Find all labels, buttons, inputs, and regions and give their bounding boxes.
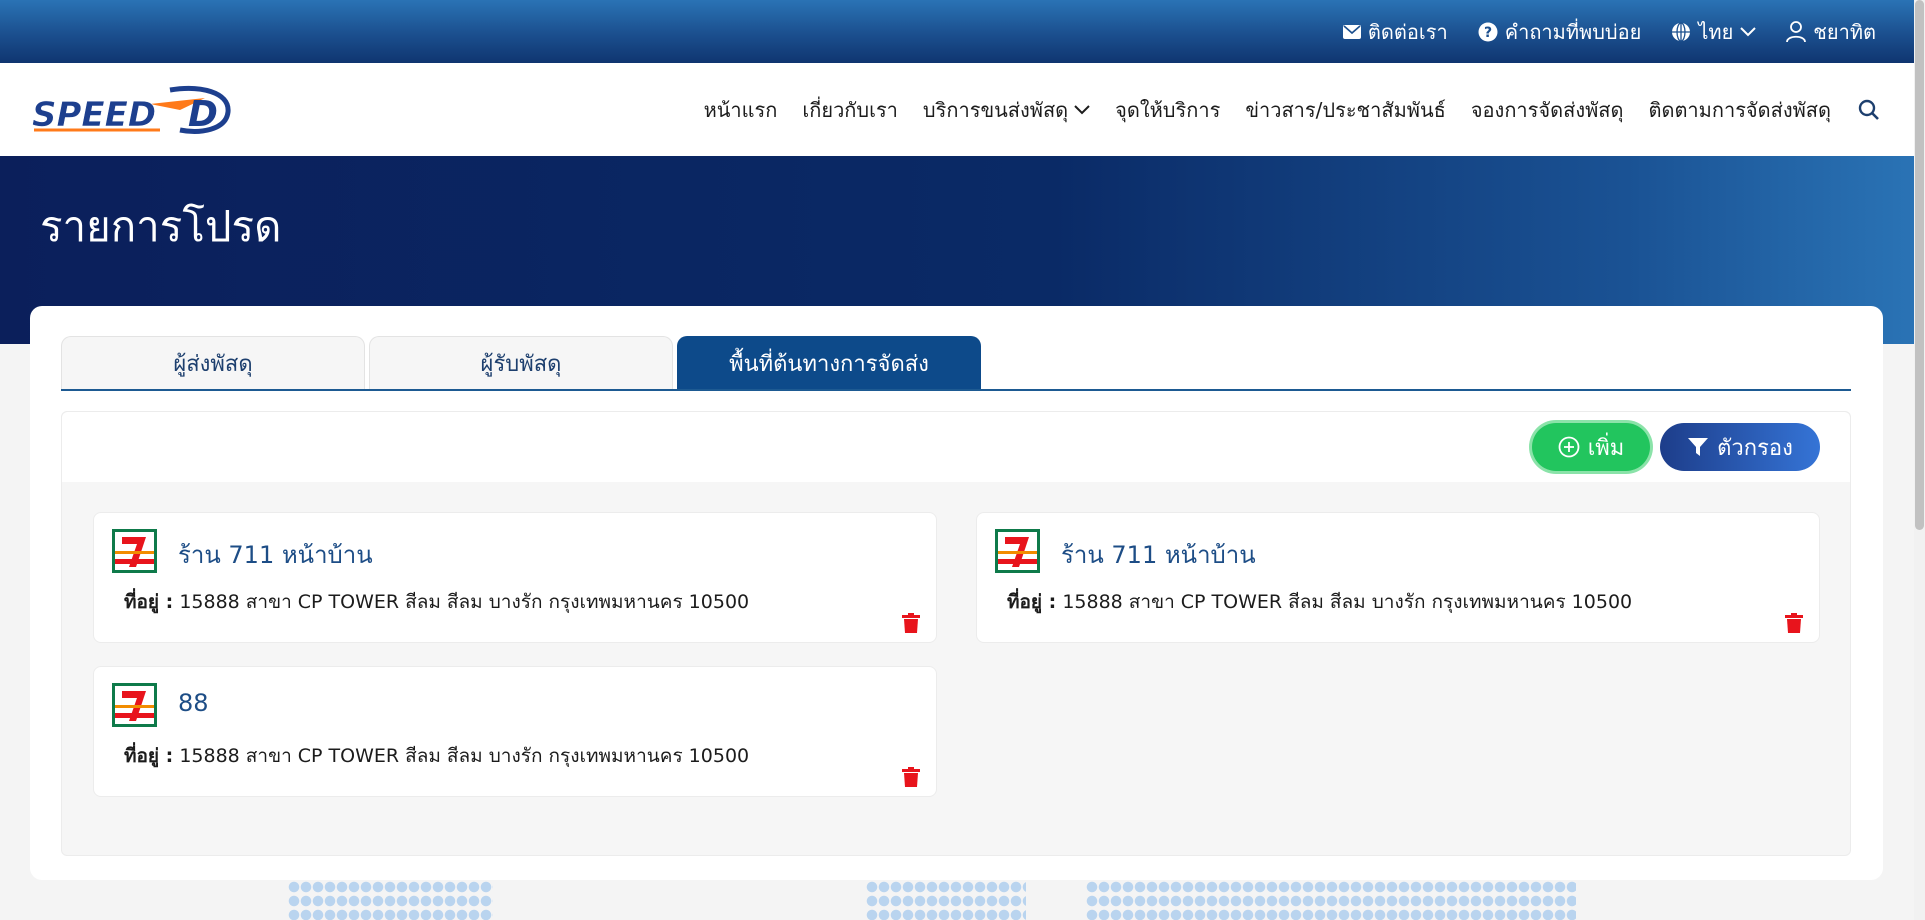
decorative-map-dots bbox=[288, 880, 493, 920]
tab-label: พื้นที่ต้นทางการจัดส่ง bbox=[729, 351, 929, 377]
favorite-address: ที่อยู่ : 15888 สาขา CP TOWER สีลม สีลม … bbox=[124, 587, 749, 617]
svg-text:?: ? bbox=[1484, 25, 1492, 41]
address-label: ที่อยู่ : bbox=[1007, 591, 1057, 613]
language-label: ไทย bbox=[1698, 19, 1734, 44]
nav-item-label: ติดตามการจัดส่งพัสดุ bbox=[1648, 97, 1831, 122]
nav-item-label: หน้าแรก bbox=[703, 97, 778, 122]
user-name: ชยาทิต bbox=[1813, 19, 1876, 44]
nav-item-home[interactable]: หน้าแรก bbox=[704, 94, 778, 126]
filter-icon bbox=[1688, 438, 1709, 456]
user-icon bbox=[1786, 20, 1807, 42]
seven-eleven-logo-icon bbox=[995, 529, 1040, 573]
filter-button[interactable]: ตัวกรอง bbox=[1660, 423, 1820, 471]
trash-icon bbox=[902, 767, 920, 787]
nav-item-news[interactable]: ข่าวสาร/ประชาสัมพันธ์ bbox=[1245, 94, 1446, 126]
nav-item-label: จุดให้บริการ bbox=[1115, 97, 1221, 122]
faq-link[interactable]: ? คำถามที่พบบ่อย bbox=[1478, 16, 1642, 48]
top-utility-bar: ติดต่อเรา ? คำถามที่พบบ่อย ไทย ชยาทิต bbox=[0, 0, 1914, 63]
list-toolbar: เพิ่ม ตัวกรอง bbox=[62, 412, 1850, 482]
contact-link[interactable]: ติดต่อเรา bbox=[1342, 16, 1448, 48]
page-title: รายการโปรด bbox=[40, 202, 282, 251]
decorative-map-dots bbox=[1086, 880, 1576, 920]
address-label: ที่อยู่ : bbox=[124, 591, 174, 613]
nav-item-label: ข่าวสาร/ประชาสัมพันธ์ bbox=[1245, 97, 1446, 122]
scrollbar-thumb[interactable] bbox=[1915, 0, 1924, 530]
plus-circle-icon bbox=[1558, 436, 1580, 458]
address-value: 15888 สาขา CP TOWER สีลม สีลม บางรัก กรุ… bbox=[179, 745, 750, 767]
tab-label: ผู้รับพัสดุ bbox=[480, 351, 562, 377]
list-item[interactable]: ร้าน 711 หน้าบ้าน ที่อยู่ : 15888 สาขา C… bbox=[93, 512, 937, 643]
chevron-down-icon bbox=[1740, 26, 1757, 36]
trash-icon bbox=[902, 613, 920, 633]
favorite-name: ร้าน 711 หน้าบ้าน bbox=[178, 541, 373, 569]
list-item[interactable]: 88 ที่อยู่ : 15888 สาขา CP TOWER สีลม สี… bbox=[93, 666, 937, 797]
nav-item-label: จองการจัดส่งพัสดุ bbox=[1470, 97, 1624, 122]
language-selector[interactable]: ไทย bbox=[1671, 16, 1757, 48]
tab-senders[interactable]: ผู้ส่งพัสดุ bbox=[61, 336, 365, 389]
tab-origin-areas[interactable]: พื้นที่ต้นทางการจัดส่ง bbox=[677, 336, 981, 389]
tab-receivers[interactable]: ผู้รับพัสดุ bbox=[369, 336, 673, 389]
favorite-name: ร้าน 711 หน้าบ้าน bbox=[1061, 541, 1256, 569]
main-navbar: SPEED D หน้าแรก เกี่ยวกับเรา บริการขนส่ง… bbox=[0, 63, 1914, 156]
address-value: 15888 สาขา CP TOWER สีลม สีลม บางรัก กรุ… bbox=[179, 591, 750, 613]
nav-item-booking[interactable]: จองการจัดส่งพัสดุ bbox=[1471, 94, 1624, 126]
delete-button[interactable] bbox=[1785, 613, 1803, 637]
user-menu[interactable]: ชยาทิต bbox=[1786, 16, 1876, 48]
nav-item-service-points[interactable]: จุดให้บริการ bbox=[1115, 94, 1220, 126]
nav-item-services[interactable]: บริการขนส่งพัสดุ bbox=[923, 94, 1090, 126]
nav-item-label: เกี่ยวกับเรา bbox=[802, 97, 898, 122]
page-scrollbar[interactable] bbox=[1914, 0, 1925, 920]
filter-label: ตัวกรอง bbox=[1717, 434, 1793, 460]
delete-button[interactable] bbox=[902, 767, 920, 791]
delete-button[interactable] bbox=[902, 613, 920, 637]
favorites-panel: ผู้ส่งพัสดุ ผู้รับพัสดุ พื้นที่ต้นทางการ… bbox=[30, 306, 1883, 880]
globe-icon bbox=[1672, 21, 1691, 42]
add-button[interactable]: เพิ่ม bbox=[1532, 423, 1650, 471]
address-value: 15888 สาขา CP TOWER สีลม สีลม บางรัก กรุ… bbox=[1062, 591, 1633, 613]
speed-d-logo-icon: SPEED D bbox=[32, 85, 231, 135]
favorite-name: 88 bbox=[178, 689, 209, 717]
nav-item-about[interactable]: เกี่ยวกับเรา bbox=[802, 94, 898, 126]
faq-label: คำถามที่พบบ่อย bbox=[1504, 19, 1642, 44]
nav-item-tracking[interactable]: ติดตามการจัดส่งพัสดุ bbox=[1648, 94, 1831, 126]
address-label: ที่อยู่ : bbox=[124, 745, 174, 767]
seven-eleven-logo-icon bbox=[112, 683, 157, 727]
chevron-down-icon bbox=[1074, 104, 1090, 114]
svg-text:D: D bbox=[188, 94, 218, 135]
tab-label: ผู้ส่งพัสดุ bbox=[173, 351, 253, 377]
favorite-address: ที่อยู่ : 15888 สาขา CP TOWER สีลม สีลม … bbox=[1007, 587, 1632, 617]
trash-icon bbox=[1785, 613, 1803, 633]
search-button[interactable] bbox=[1858, 99, 1880, 121]
question-circle-icon: ? bbox=[1478, 22, 1498, 41]
tab-bar: ผู้ส่งพัสดุ ผู้รับพัสดุ พื้นที่ต้นทางการ… bbox=[61, 336, 1851, 391]
contact-label: ติดต่อเรา bbox=[1367, 19, 1448, 44]
nav-item-label: บริการขนส่งพัสดุ bbox=[922, 97, 1069, 122]
seven-eleven-logo-icon bbox=[112, 529, 157, 573]
favorites-content: เพิ่ม ตัวกรอง ร้าน 711 หน้าบ้าน ที่อยู่ … bbox=[61, 411, 1851, 856]
list-item[interactable]: ร้าน 711 หน้าบ้าน ที่อยู่ : 15888 สาขา C… bbox=[976, 512, 1820, 643]
nav-menu: หน้าแรก เกี่ยวกับเรา บริการขนส่งพัสดุ จุ… bbox=[704, 94, 1880, 126]
add-label: เพิ่ม bbox=[1587, 434, 1625, 460]
speed-d-logo[interactable]: SPEED D bbox=[30, 80, 235, 140]
decorative-map-dots bbox=[866, 880, 1026, 920]
favorite-address: ที่อยู่ : 15888 สาขา CP TOWER สีลม สีลม … bbox=[124, 741, 749, 771]
envelope-icon bbox=[1342, 24, 1361, 39]
search-icon bbox=[1858, 99, 1879, 120]
